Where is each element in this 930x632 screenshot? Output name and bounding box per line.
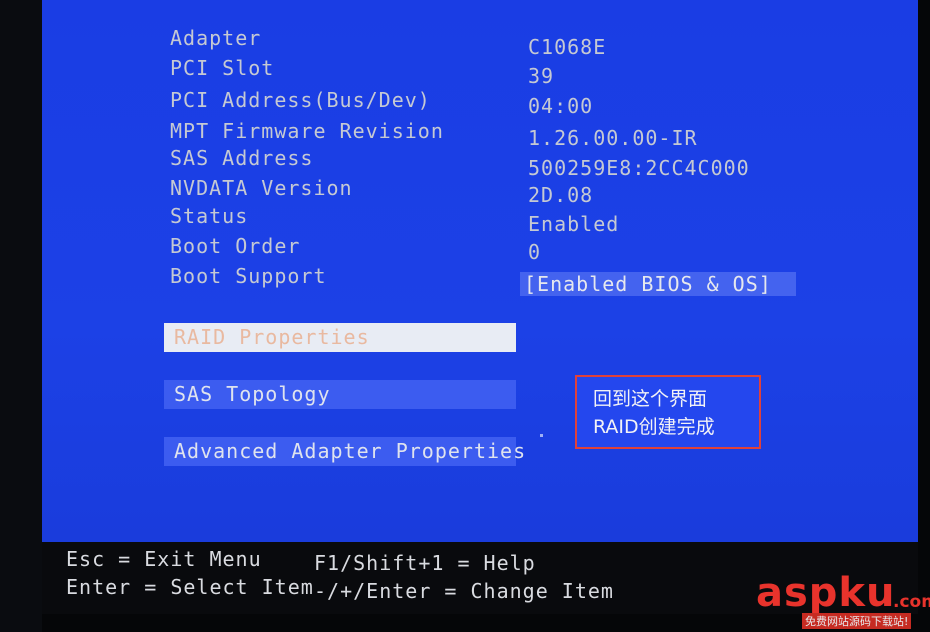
key-hint-change: -/+/Enter = Change Item — [314, 579, 614, 603]
value-nvdata-version: 2D.08 — [528, 183, 594, 207]
value-status: Enabled — [528, 212, 620, 236]
label-pci-address: PCI Address(Bus/Dev) — [170, 88, 431, 112]
watermark-tagline: 免费网站源码下载站! — [802, 613, 912, 629]
key-hint-enter: Enter = Select Item — [66, 575, 314, 599]
label-boot-order: Boot Order — [170, 234, 301, 258]
menu-raid-properties[interactable]: RAID Properties — [164, 323, 516, 352]
label-status: Status — [170, 204, 249, 228]
label-mpt-firmware: MPT Firmware Revision — [170, 119, 444, 143]
value-adapter: C1068E — [528, 35, 607, 59]
value-sas-address: 500259E8:2CC4C000 — [528, 156, 750, 180]
value-pci-address: 04:00 — [528, 94, 594, 118]
menu-advanced-adapter-properties[interactable]: Advanced Adapter Properties — [164, 437, 525, 466]
menu-sas-topology[interactable]: SAS Topology — [164, 380, 516, 409]
annotation-line-2: RAID创建完成 — [593, 416, 715, 438]
site-watermark-logo: aspku .com 免费网站源码下载站! — [752, 570, 930, 632]
boot-support-selector[interactable]: [Enabled BIOS & OS] — [520, 272, 796, 296]
watermark-tld: .com — [893, 592, 930, 612]
label-pci-slot: PCI Slot — [170, 56, 275, 80]
key-hint-help: F1/Shift+1 = Help — [314, 551, 536, 575]
watermark-brand: aspku — [756, 570, 896, 616]
screen-speck — [540, 434, 543, 437]
value-pci-slot: 39 — [528, 64, 555, 88]
label-adapter: Adapter — [170, 26, 262, 50]
label-sas-address: SAS Address — [170, 146, 314, 170]
monitor-bezel — [0, 0, 42, 632]
value-boot-order: 0 — [528, 240, 542, 264]
key-hint-esc: Esc = Exit Menu — [66, 547, 262, 571]
bios-screen: Adapter PCI Slot PCI Address(Bus/Dev) MP… — [42, 0, 918, 542]
value-mpt-firmware: 1.26.00.00-IR — [528, 126, 698, 150]
label-nvdata-version: NVDATA Version — [170, 176, 353, 200]
annotation-line-1: 回到这个界面 — [593, 388, 708, 410]
label-boot-support: Boot Support — [170, 264, 327, 288]
annotation-callout: 回到这个界面 RAID创建完成 — [575, 375, 761, 449]
